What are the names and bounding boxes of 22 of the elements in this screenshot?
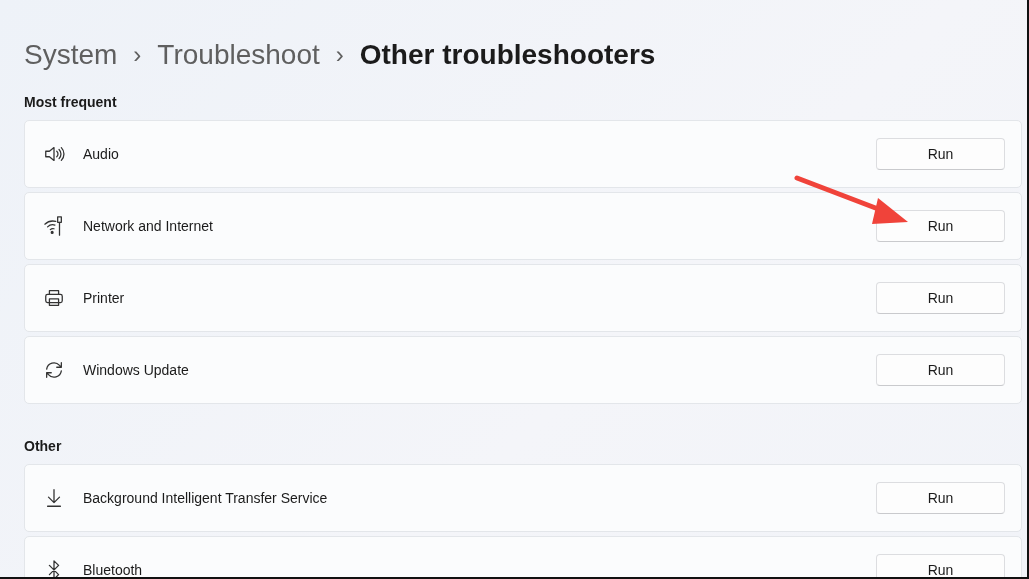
troubleshooter-label: Printer xyxy=(83,290,126,306)
run-button[interactable]: Run xyxy=(876,554,1005,577)
wifi-cable-icon xyxy=(43,215,65,237)
troubleshooter-label: Background Intelligent Transfer Service xyxy=(83,490,329,506)
troubleshooter-label: Audio xyxy=(83,146,120,162)
section-heading: Most frequent xyxy=(24,93,118,112)
chevron-separator: › xyxy=(335,41,344,69)
chevron-separator: › xyxy=(133,41,142,69)
run-button[interactable]: Run xyxy=(876,138,1005,170)
troubleshooter-label: Network and Internet xyxy=(83,218,214,234)
page-title: Other troubleshooters xyxy=(359,39,656,71)
section-heading: Other xyxy=(24,437,63,456)
breadcrumb-link[interactable]: System xyxy=(24,39,118,71)
troubleshooter-label: Windows Update xyxy=(83,362,190,378)
run-button[interactable]: Run xyxy=(876,210,1005,242)
troubleshooter-label: Bluetooth xyxy=(83,562,144,577)
breadcrumb-link[interactable]: Troubleshoot xyxy=(157,39,320,71)
run-button[interactable]: Run xyxy=(876,354,1005,386)
sync-icon xyxy=(43,359,65,381)
printer-icon xyxy=(43,287,65,309)
run-button[interactable]: Run xyxy=(876,482,1005,514)
run-button[interactable]: Run xyxy=(876,282,1005,314)
